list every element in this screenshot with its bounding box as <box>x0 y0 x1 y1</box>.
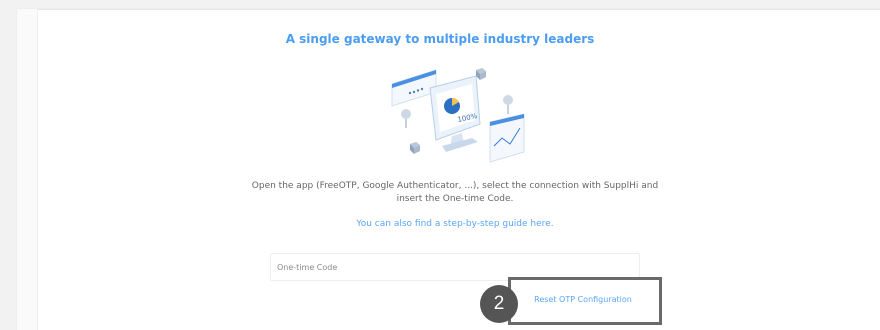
monitor-icon: 100% <box>429 75 481 152</box>
instruction-text: Open the app (FreeOTP, Google Authentica… <box>251 181 659 204</box>
page-headline: A single gateway to multiple industry le… <box>285 32 595 46</box>
step-number-badge: 2 <box>480 285 518 323</box>
back-panel-icon <box>391 69 437 107</box>
page: A single gateway to multiple industry le… <box>0 0 880 330</box>
left-strip <box>17 9 38 330</box>
dashboard-illustration-icon: 100% <box>391 68 525 163</box>
content-card <box>17 9 880 330</box>
step-by-step-guide-link[interactable]: You can also find a step-by-step guide h… <box>250 219 660 229</box>
chart-panel-icon <box>489 113 525 163</box>
reset-otp-configuration-link[interactable]: Reset OTP Configuration <box>513 295 653 304</box>
